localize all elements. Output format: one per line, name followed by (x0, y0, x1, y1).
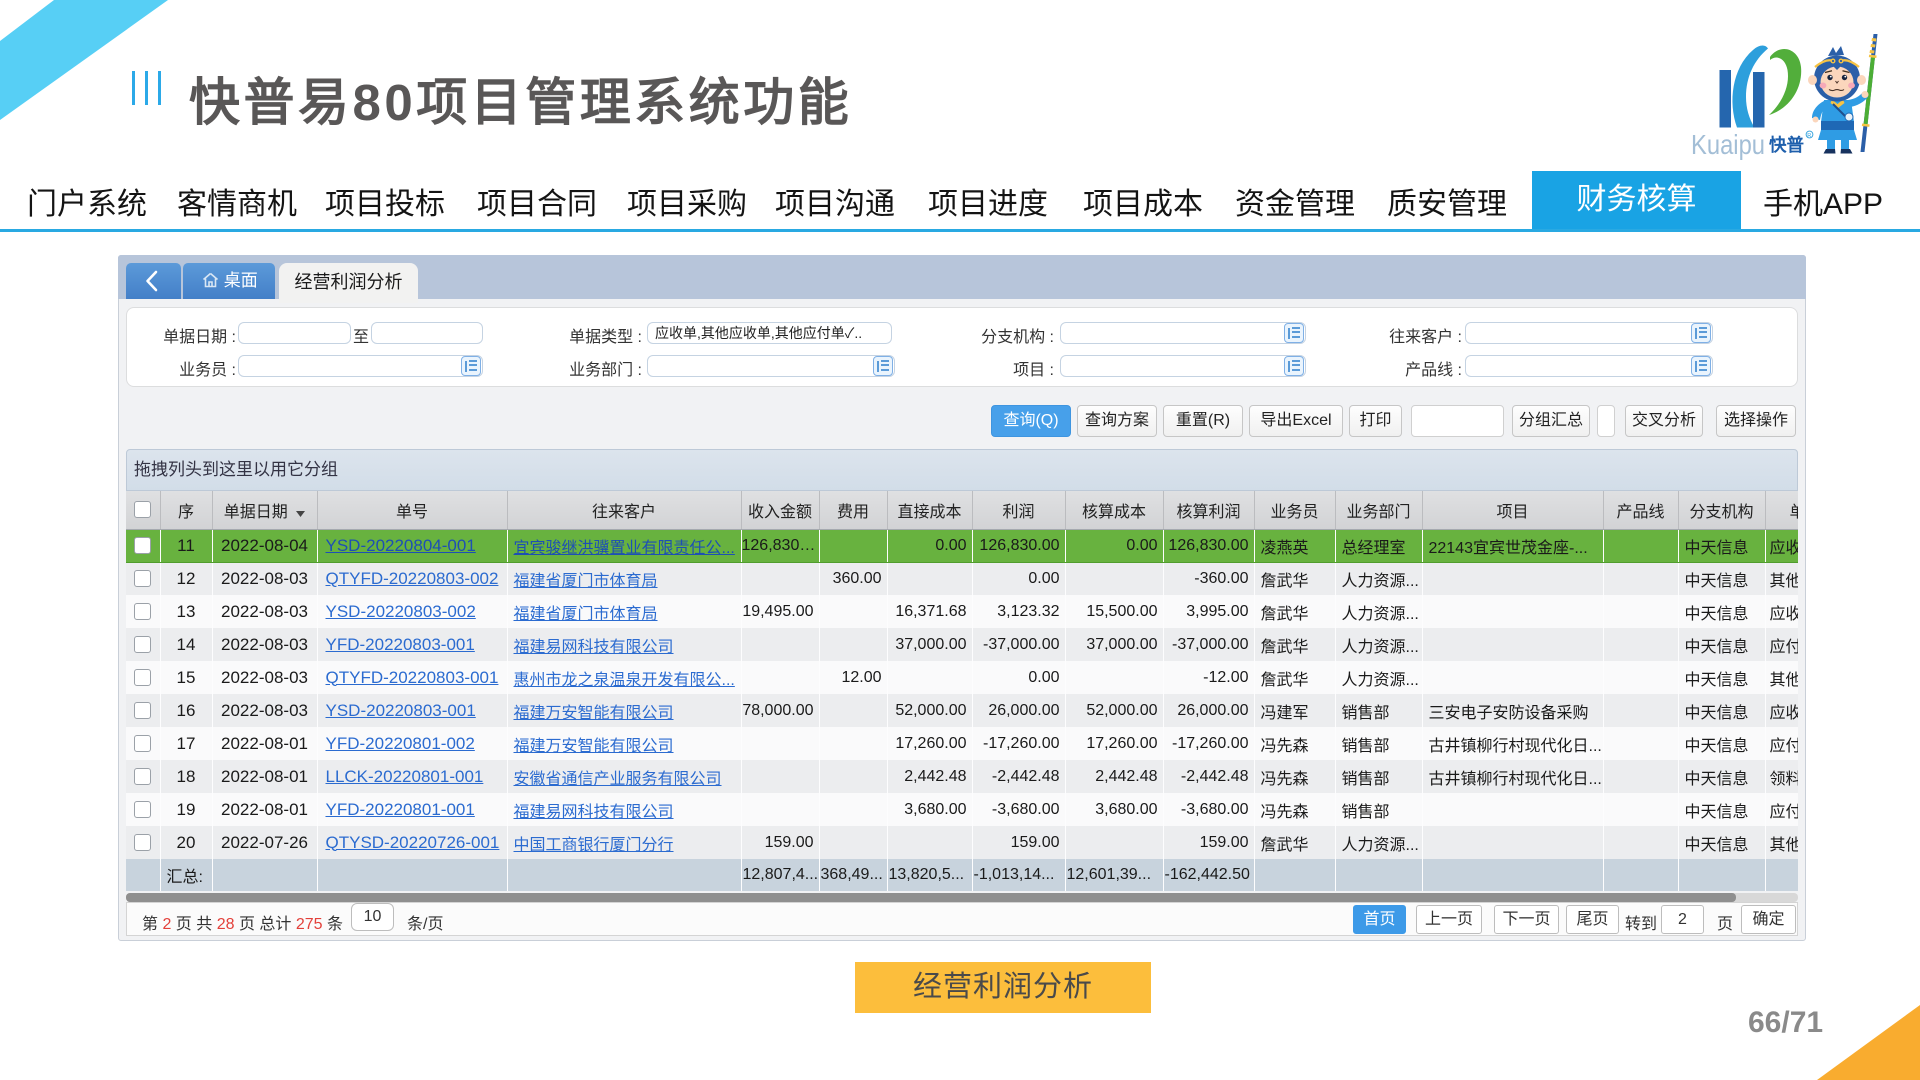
svg-text:R: R (1807, 133, 1811, 139)
svg-text:Kuaipu: Kuaipu (1691, 129, 1765, 160)
svg-text:快普: 快普 (1769, 135, 1804, 155)
